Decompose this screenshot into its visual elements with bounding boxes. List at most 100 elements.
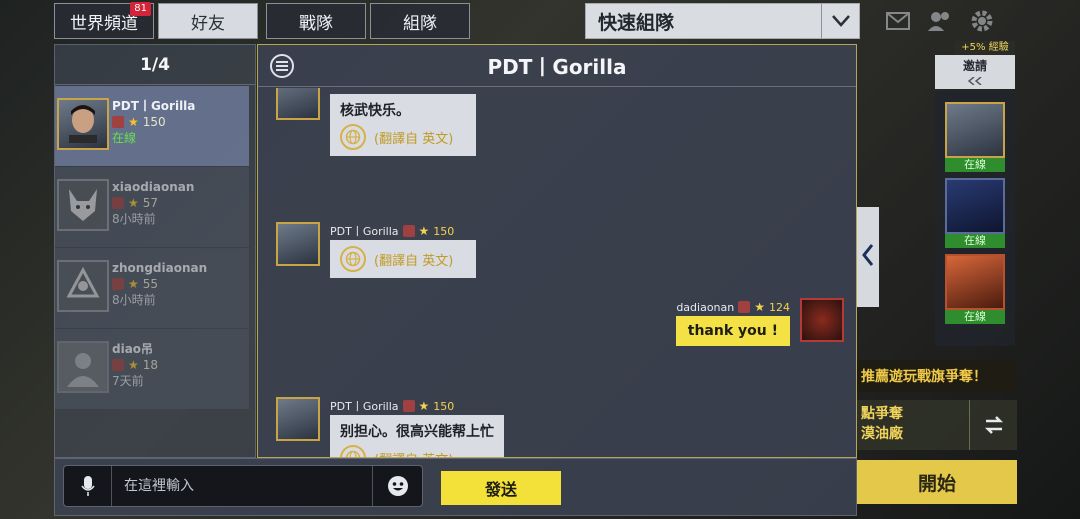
chat-message-self: dadiaonan ★ 124 thank you ! — [675, 298, 844, 346]
mail-icon[interactable] — [884, 8, 912, 34]
star-icon: ★ — [128, 115, 139, 129]
translation-link[interactable]: (翻譯自 英文) — [340, 246, 466, 272]
chat-messages[interactable]: 核武快乐。 (翻譯自 英文) PDT丨Gorilla ★ 150 (翻譯自 英文) — [258, 88, 856, 457]
friends-icon[interactable] — [926, 8, 954, 34]
message-text: thank you ! — [687, 323, 778, 339]
avatar — [276, 222, 320, 266]
friend-item[interactable]: zhongdiaonan ★ 55 8小時前 — [55, 248, 249, 328]
star-icon: ★ — [754, 300, 765, 314]
event-banner[interactable]: 推薦遊玩戰旗爭奪！ — [857, 360, 1017, 392]
globe-icon — [340, 246, 366, 272]
avatar — [57, 179, 109, 231]
friend-name: diao吊 — [112, 342, 154, 356]
message-bubble: (翻譯自 英文) — [330, 240, 476, 278]
collapse-panel-button[interactable] — [857, 207, 879, 307]
game-mode-card[interactable]: 點爭奪 漠油廠 — [857, 400, 1017, 450]
swap-arrows-icon[interactable] — [969, 400, 1017, 450]
friend-level: 55 — [142, 277, 159, 291]
friend-level: 57 — [142, 196, 159, 210]
friend-name: xiaodiaonan — [112, 180, 195, 194]
side-friend-list: 在線 在線 在線 — [935, 92, 1015, 346]
double-chevron-left-icon — [967, 74, 982, 88]
translation-label: (翻譯自 英文) — [374, 131, 454, 147]
tab-world-label: 世界頻道 — [70, 13, 138, 34]
avatar — [945, 102, 1005, 158]
avatar — [57, 260, 109, 312]
avatar — [276, 397, 320, 441]
friend-status: 8小時前 — [112, 293, 156, 307]
message-text: 核武快乐。 — [340, 103, 410, 119]
side-friend-item[interactable]: 在線 — [945, 102, 1005, 172]
settings-gear-icon[interactable] — [968, 8, 996, 34]
message-bubble: 核武快乐。 (翻譯自 英文) — [330, 94, 476, 156]
rank-icon — [402, 225, 415, 237]
side-friend-item[interactable]: 在線 — [945, 178, 1005, 248]
star-icon: ★ — [128, 277, 139, 291]
friend-status: 7天前 — [112, 374, 144, 388]
sender-name: PDT丨Gorilla — [330, 225, 399, 238]
emoji-icon[interactable] — [372, 466, 422, 506]
avatar — [276, 88, 320, 120]
friend-status: 8小時前 — [112, 212, 156, 226]
chat-message: 核武快乐。 (翻譯自 英文) — [276, 88, 476, 156]
translation-link[interactable]: (翻譯自 英文) — [340, 445, 494, 457]
side-friend-status: 在線 — [945, 158, 1005, 172]
chat-header: PDT丨Gorilla — [258, 45, 856, 87]
start-button[interactable]: 開始 — [857, 460, 1017, 504]
send-button[interactable]: 發送 — [441, 471, 561, 505]
chat-title: PDT丨Gorilla — [487, 55, 627, 79]
friend-item[interactable]: diao吊 ★ 18 7天前 — [55, 329, 249, 409]
message-text: 别担心。很高兴能帮上忙 — [340, 424, 494, 440]
sender-level: 150 — [433, 224, 455, 238]
avatar — [945, 254, 1005, 310]
star-icon: ★ — [418, 224, 430, 238]
star-icon: ★ — [418, 399, 430, 413]
rank-icon — [112, 359, 124, 371]
globe-icon — [340, 445, 366, 457]
chat-message: PDT丨Gorilla ★150 别担心。很高兴能帮上忙 (翻譯自 英文) — [276, 397, 504, 457]
chevron-down-icon[interactable] — [821, 4, 859, 38]
message-bubble: 别担心。很高兴能帮上忙 (翻譯自 英文) — [330, 415, 504, 457]
top-icon-group — [884, 8, 996, 34]
friend-status: 在線 — [112, 131, 137, 145]
chat-input-box — [63, 465, 423, 507]
avatar — [57, 98, 109, 150]
tab-team[interactable]: 組隊 — [370, 3, 470, 39]
translation-label: (翻譯自 英文) — [374, 253, 454, 269]
chat-input-bar: 發送 — [54, 458, 857, 516]
rank-icon — [738, 301, 751, 313]
star-icon: ★ — [128, 196, 139, 210]
sender-name: dadiaonan — [676, 300, 735, 314]
exp-bonus-tag: +5% 經驗 — [955, 41, 1015, 55]
message-bubble: thank you ! — [675, 316, 790, 346]
translation-label: (翻譯自 英文) — [374, 449, 453, 458]
tab-friends[interactable]: 好友 — [158, 3, 258, 39]
avatar — [800, 298, 844, 342]
sender-level: 150 — [433, 399, 455, 413]
globe-icon — [340, 124, 366, 150]
side-friend-status: 在線 — [945, 234, 1005, 248]
friend-name: PDT丨Gorilla — [112, 99, 196, 113]
avatar — [945, 178, 1005, 234]
quick-team-dropdown[interactable]: 快速組隊 — [585, 3, 860, 39]
sender-name: PDT丨Gorilla — [330, 400, 399, 413]
friend-name: zhongdiaonan — [112, 261, 208, 275]
unread-badge: 81 — [130, 2, 151, 16]
menu-list-icon[interactable] — [270, 54, 294, 78]
friend-item[interactable]: xiaodiaonan ★ 57 8小時前 — [55, 167, 249, 247]
tab-team-label: 組隊 — [403, 13, 437, 34]
chat-tab-bar: 世界頻道 81 好友 戰隊 組隊 — [54, 2, 470, 39]
invite-button[interactable]: 邀請 — [935, 55, 1015, 89]
star-icon: ★ — [128, 358, 139, 372]
avatar — [57, 341, 109, 393]
tab-clan[interactable]: 戰隊 — [266, 3, 366, 39]
chat-message: PDT丨Gorilla ★ 150 (翻譯自 英文) — [276, 222, 476, 278]
translation-link[interactable]: (翻譯自 英文) — [340, 124, 466, 150]
microphone-icon[interactable] — [64, 466, 112, 506]
chat-text-input[interactable] — [112, 466, 372, 506]
side-friend-status: 在線 — [945, 310, 1005, 324]
quick-team-label: 快速組隊 — [598, 11, 675, 34]
friend-item[interactable]: PDT丨Gorilla ★ 150 在線 — [55, 86, 249, 166]
tab-world-channel[interactable]: 世界頻道 81 — [54, 2, 154, 39]
side-friend-item[interactable]: 在線 — [945, 254, 1005, 324]
